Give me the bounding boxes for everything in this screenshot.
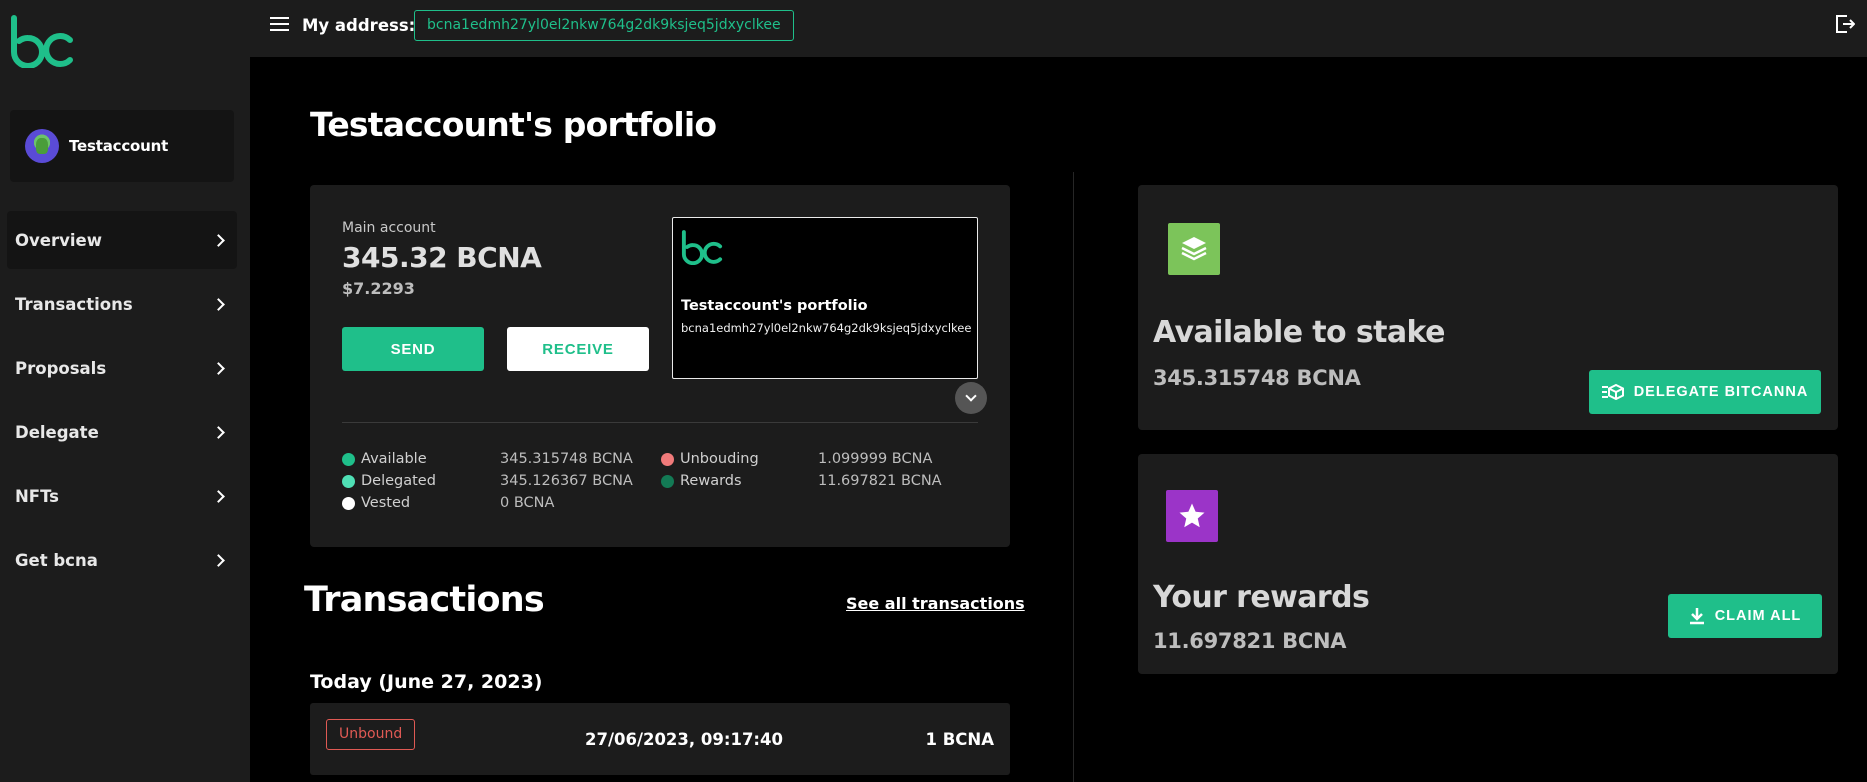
column-divider xyxy=(1073,172,1074,782)
sidebar-item-nfts[interactable]: NFTs xyxy=(7,467,237,525)
address-card-title: Testaccount's portfolio xyxy=(681,298,868,314)
expand-button[interactable] xyxy=(955,382,987,414)
bitcanna-logo[interactable] xyxy=(8,14,76,68)
chevron-right-icon xyxy=(212,489,225,503)
balance: 345.32 BCNA xyxy=(342,241,542,274)
bitcanna-logo xyxy=(681,230,723,265)
sidebar: Testaccount Overview Transactions Propos… xyxy=(0,0,250,782)
chevron-right-icon xyxy=(212,297,225,311)
delegate-icon xyxy=(1601,384,1624,400)
legend-item-available: Available xyxy=(342,451,427,467)
transaction-amount: 1 BCNA xyxy=(925,730,995,749)
sidebar-item-label: Proposals xyxy=(15,358,107,378)
top-bar: My address: bcna1edmh27yl0el2nkw764g2dk9… xyxy=(250,0,1867,57)
receive-button[interactable]: RECEIVE xyxy=(507,327,649,371)
legend-label: Vested xyxy=(361,495,411,511)
address-chip[interactable]: bcna1edmh27yl0el2nkw764g2dk9ksjeq5jdxycl… xyxy=(414,10,794,41)
legend-dot xyxy=(342,452,355,466)
transaction-row[interactable]: Unbound 27/06/2023, 09:17:40 1 BCNA xyxy=(310,703,1010,775)
divider xyxy=(342,422,978,423)
page-title: Testaccount's portfolio xyxy=(310,105,717,144)
layers-icon xyxy=(1168,223,1220,275)
rewards-card: Your rewards 11.697821 BCNA CLAIM ALL xyxy=(1138,454,1838,674)
legend-label: Rewards xyxy=(680,473,742,489)
download-icon xyxy=(1689,608,1704,625)
legend-item-delegated: Delegated xyxy=(342,473,436,489)
rewards-value: 11.697821 BCNA xyxy=(1153,629,1347,653)
menu-icon[interactable] xyxy=(270,17,289,31)
address-card-address: bcna1edmh27yl0el2nkw764g2dk9ksjeq5jdxycl… xyxy=(681,321,972,335)
chevron-right-icon xyxy=(212,233,225,247)
sidebar-item-overview[interactable]: Overview xyxy=(7,211,237,269)
fiat-value: $7.2293 xyxy=(342,279,415,298)
legend-value: 1.099999 BCNA xyxy=(818,451,933,467)
chevron-right-icon xyxy=(212,361,225,375)
legend-dot xyxy=(661,452,674,466)
avatar xyxy=(25,129,59,163)
legend-dot xyxy=(342,474,355,488)
transaction-date-heading: Today (June 27, 2023) xyxy=(310,671,543,693)
sidebar-item-get-bcna[interactable]: Get bcna xyxy=(7,531,237,589)
transaction-type-badge: Unbound xyxy=(326,719,416,750)
legend-label: Delegated xyxy=(361,473,436,489)
main-account-label: Main account xyxy=(342,220,436,236)
sidebar-item-delegate[interactable]: Delegate xyxy=(7,403,237,461)
address-card: Testaccount's portfolio bcna1edmh27yl0el… xyxy=(672,217,978,379)
sidebar-item-label: Transactions xyxy=(15,294,133,314)
sidebar-item-label: NFTs xyxy=(15,486,59,506)
address-label: My address: xyxy=(302,16,416,35)
sidebar-item-label: Get bcna xyxy=(15,550,98,570)
sidebar-item-label: Overview xyxy=(15,230,102,250)
account-card[interactable]: Testaccount xyxy=(10,110,234,182)
legend-label: Available xyxy=(361,451,427,467)
sidebar-item-proposals[interactable]: Proposals xyxy=(7,339,237,397)
legend-value: 345.315748 BCNA xyxy=(500,451,633,467)
transaction-datetime: 27/06/2023, 09:17:40 xyxy=(585,730,783,749)
stake-value: 345.315748 BCNA xyxy=(1153,366,1361,390)
legend-item-vested: Vested xyxy=(342,495,410,511)
legend-value: 0 BCNA xyxy=(500,495,555,511)
delegate-button[interactable]: DELEGATE BITCANNA xyxy=(1589,370,1821,414)
logout-icon[interactable] xyxy=(1835,15,1855,33)
available-to-stake-card: Available to stake 345.315748 BCNA DELEG… xyxy=(1138,185,1838,430)
delegate-button-label: DELEGATE BITCANNA xyxy=(1633,384,1809,400)
claim-all-button[interactable]: CLAIM ALL xyxy=(1668,594,1822,638)
chevron-right-icon xyxy=(212,425,225,439)
claim-all-button-label: CLAIM ALL xyxy=(1714,608,1802,624)
account-name: Testaccount xyxy=(69,137,169,155)
legend-value: 11.697821 BCNA xyxy=(818,473,942,489)
sidebar-nav: Overview Transactions Proposals Delegate… xyxy=(7,211,237,595)
legend-item-unbouding: Unbouding xyxy=(661,451,759,467)
chevron-down-icon xyxy=(965,390,977,402)
legend-value: 345.126367 BCNA xyxy=(500,473,633,489)
legend-dot xyxy=(342,496,355,510)
legend-label: Unbouding xyxy=(680,451,759,467)
transactions-title: Transactions xyxy=(304,580,545,620)
sidebar-item-transactions[interactable]: Transactions xyxy=(7,275,237,333)
rewards-title: Your rewards xyxy=(1153,580,1370,615)
star-icon xyxy=(1166,490,1218,542)
send-button[interactable]: SEND xyxy=(342,327,484,371)
sidebar-item-label: Delegate xyxy=(15,422,99,442)
see-all-transactions-link[interactable]: See all transactions xyxy=(846,594,1025,613)
legend-dot xyxy=(661,474,674,488)
stake-title: Available to stake xyxy=(1153,315,1445,350)
chevron-right-icon xyxy=(212,553,225,567)
legend-item-rewards: Rewards xyxy=(661,473,742,489)
portfolio-card: Main account 345.32 BCNA $7.2293 SEND RE… xyxy=(310,185,1010,547)
